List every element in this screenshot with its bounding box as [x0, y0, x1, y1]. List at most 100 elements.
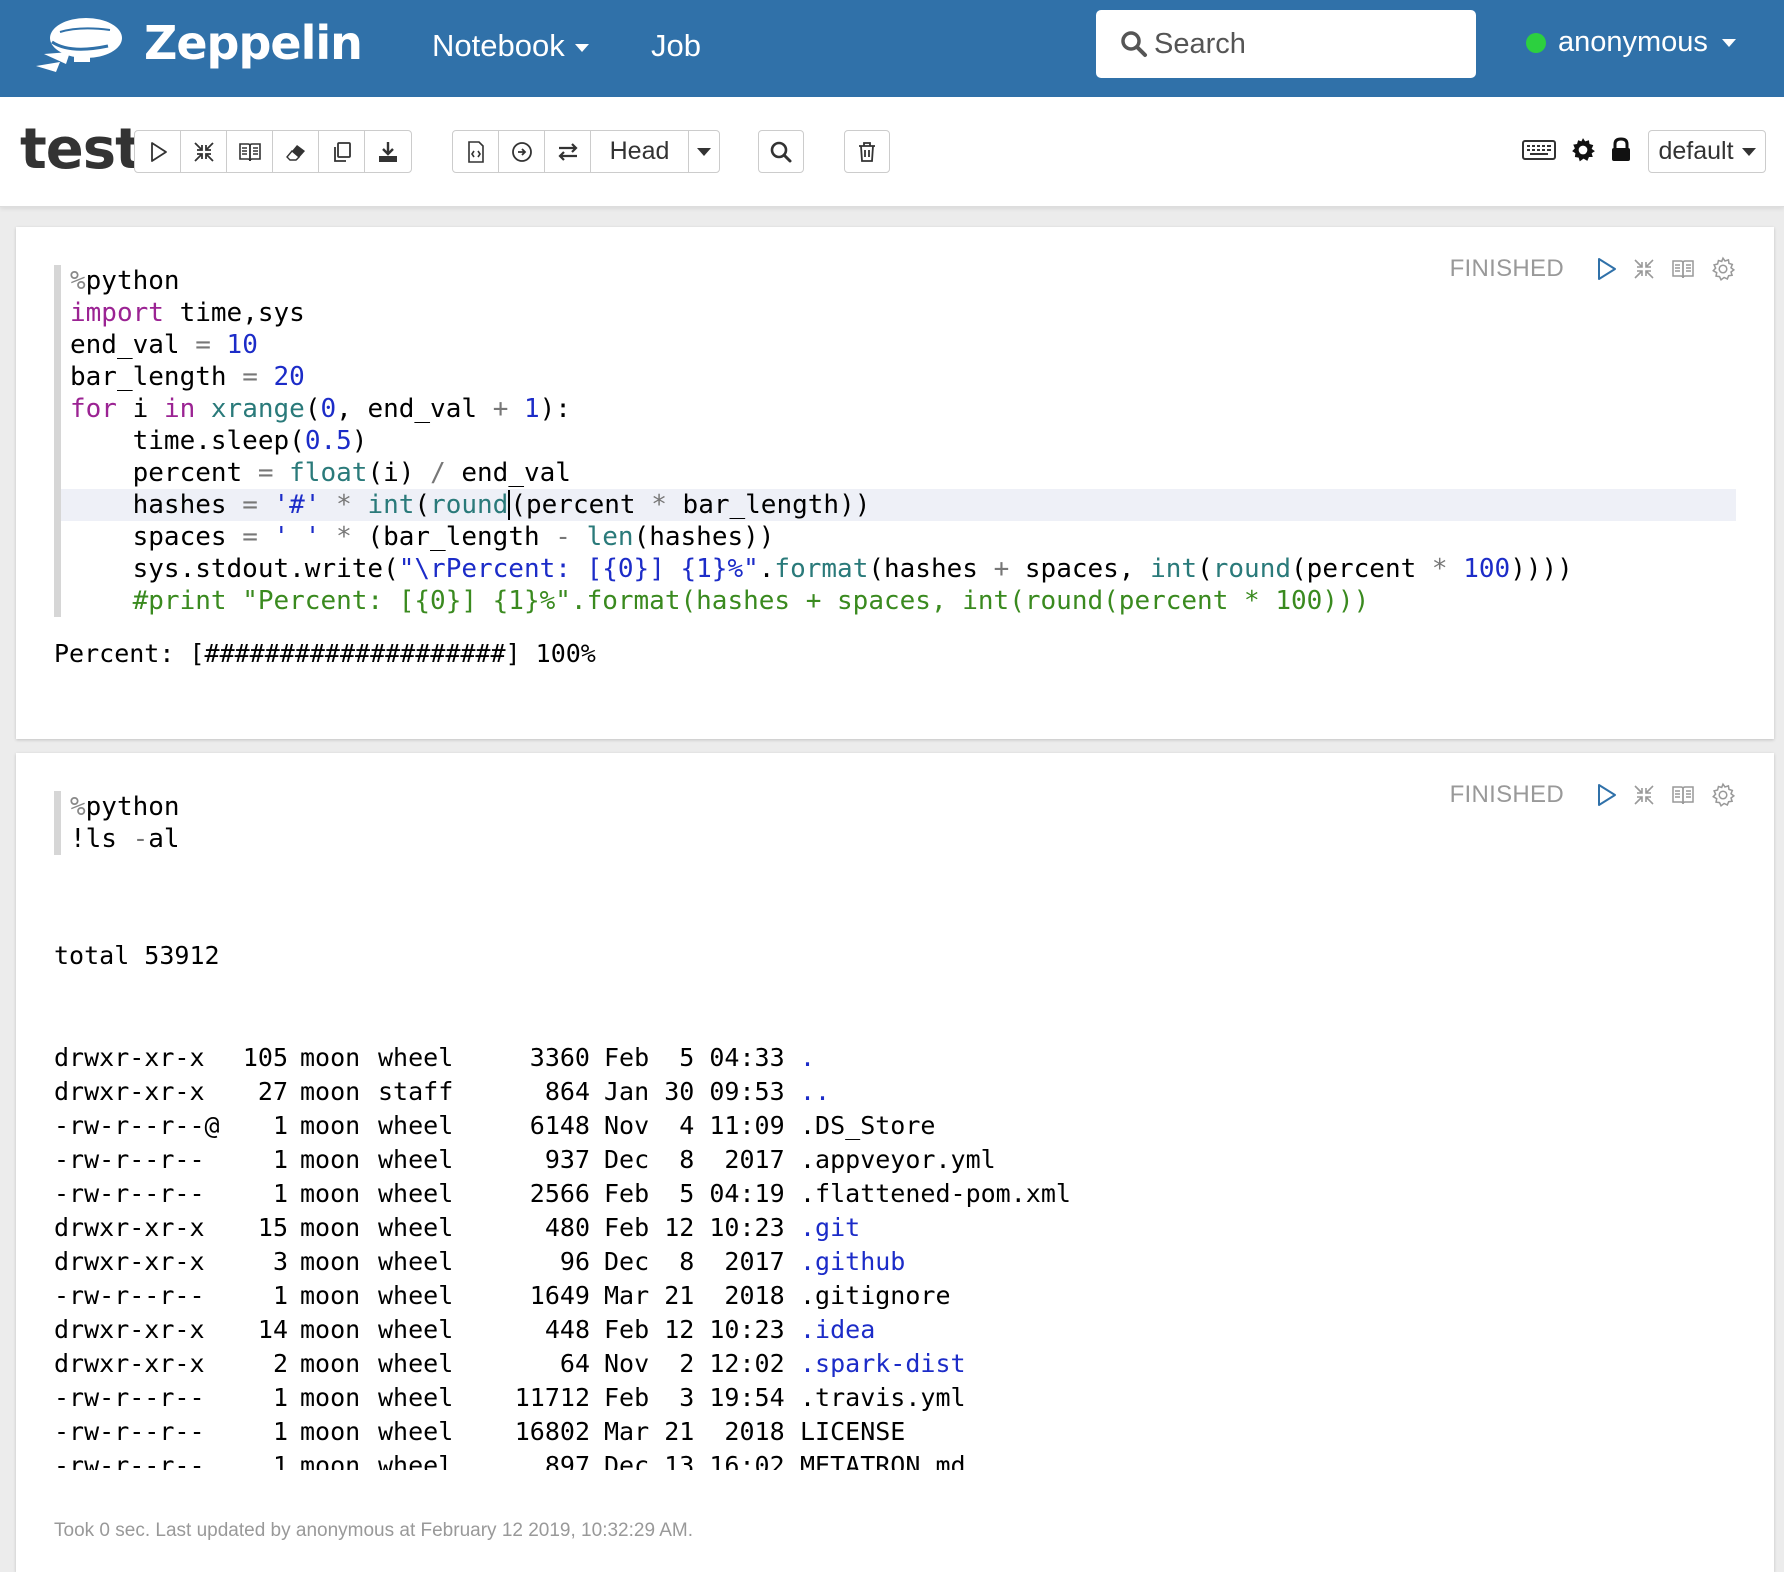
ls-perm: -rw-r--r--	[54, 1451, 205, 1470]
revision-head-button[interactable]: Head	[591, 131, 689, 172]
brand-name[interactable]: Zeppelin	[144, 16, 363, 70]
code-editor[interactable]: %python !ls -al	[54, 791, 1736, 855]
ls-row: -rw-r--r--@ 1 moon wheel 6148 Nov 4 11:09 .DS_…	[54, 1109, 1071, 1143]
user-menu[interactable]: anonymous	[1526, 26, 1736, 59]
code-line: end_val = 10	[70, 330, 258, 360]
ls-name: .spark-dist	[800, 1349, 966, 1378]
toggle-output-button[interactable]	[227, 131, 273, 172]
ls-row: drwxr-xr-x 15 moon wheel 480 Feb 12 10:23 .git	[54, 1211, 1071, 1245]
ls-name: .git	[800, 1213, 861, 1242]
ls-perm: drwxr-xr-x	[54, 1349, 205, 1378]
lock-icon	[1612, 137, 1630, 161]
code-line: import time,sys	[70, 298, 305, 328]
permissions-button[interactable]	[1610, 137, 1632, 163]
toggle-code-button[interactable]	[181, 131, 227, 172]
eraser-icon	[285, 144, 305, 161]
ls-links: 2	[272, 1349, 288, 1378]
ls-owner: moon	[300, 1179, 361, 1208]
commit-button[interactable]	[499, 131, 545, 172]
paragraph-output: total 53912 drwxr-xr-x 105 moon wheel 3360 Fe…	[54, 871, 1071, 1470]
ls-name: .appveyor.yml	[800, 1145, 996, 1174]
ls-size: 480	[544, 1213, 590, 1242]
paragraph-output: Percent: [####################] 100%	[54, 639, 596, 668]
clear-output-button[interactable]	[273, 131, 319, 172]
ls-row: -rw-r--r-- 1 moon wheel 897 Dec 13 16:02 METAT…	[54, 1449, 1071, 1470]
export-notebook-button[interactable]	[365, 131, 411, 172]
ls-date: Feb 5 04:33	[604, 1043, 785, 1072]
clone-icon	[333, 141, 351, 162]
ls-size: 864	[544, 1077, 590, 1106]
nav-job-link[interactable]: Job	[651, 28, 701, 64]
code-editor[interactable]: %python import time,sys end_val = 10 bar…	[54, 265, 1736, 617]
ls-links: 1	[272, 1417, 288, 1446]
ls-date: Feb 3 19:54	[604, 1383, 785, 1412]
paragraph-2: FINISHED %python !ls -al total 53912 drw…	[16, 753, 1774, 1572]
ls-group: wheel	[378, 1451, 454, 1470]
ls-name: LICENSE	[800, 1417, 906, 1446]
run-all-button[interactable]	[135, 131, 181, 172]
code-line: percent = float(i) / end_val	[70, 458, 571, 488]
interpreter-settings-button[interactable]	[1570, 137, 1596, 163]
ls-name: .DS_Store	[800, 1111, 936, 1140]
ls-links: 27	[257, 1077, 288, 1106]
ls-date: Mar 21 2018	[604, 1417, 785, 1446]
ls-links: 1	[272, 1145, 288, 1174]
ls-links: 3	[272, 1247, 288, 1276]
ls-row: drwxr-xr-x 3 moon wheel 96 Dec 8 2017 .github	[54, 1245, 1071, 1279]
ls-group: wheel	[378, 1315, 454, 1344]
ls-owner: moon	[300, 1077, 361, 1106]
code-line: sys.stdout.write("\rPercent: [{0}] {1}%"…	[70, 554, 1573, 584]
top-navbar: Zeppelin Notebook Job anonymous	[0, 0, 1784, 97]
ls-row: -rw-r--r-- 1 moon wheel 16802 Mar 21 2018 LICE…	[54, 1415, 1071, 1449]
ls-size: 6148	[529, 1111, 590, 1140]
code-line: %python	[70, 266, 180, 296]
ls-size: 897	[544, 1451, 590, 1470]
nav-notebook-menu[interactable]: Notebook	[432, 28, 589, 64]
notebook-title[interactable]: test	[20, 117, 142, 182]
ls-group: wheel	[378, 1111, 454, 1140]
code-line: time.sleep(0.5)	[70, 426, 368, 456]
ls-date: Mar 21 2018	[604, 1281, 785, 1310]
ls-perm: -rw-r--r--	[54, 1179, 205, 1208]
zeppelin-logo-icon	[36, 18, 122, 72]
ls-row: drwxr-xr-x 14 moon wheel 448 Feb 12 10:23 .ide…	[54, 1313, 1071, 1347]
ls-group: wheel	[378, 1349, 454, 1378]
version-control-icon	[467, 140, 484, 163]
ls-group: wheel	[378, 1383, 454, 1412]
chevron-down-icon	[1741, 147, 1756, 156]
ls-owner: moon	[300, 1213, 361, 1242]
chevron-down-icon	[697, 147, 711, 156]
search-code-button[interactable]	[758, 130, 804, 173]
ls-size: 1649	[529, 1281, 590, 1310]
ls-links: 105	[242, 1043, 288, 1072]
compare-revisions-button[interactable]	[545, 131, 591, 172]
brand[interactable]: Zeppelin	[30, 8, 363, 78]
revision-dropdown-button[interactable]	[689, 131, 719, 172]
ls-group: wheel	[378, 1213, 454, 1242]
code-line: bar_length = 20	[70, 362, 305, 392]
ls-size: 11712	[514, 1383, 590, 1412]
code-line: !ls -al	[70, 824, 180, 854]
ls-perm: drwxr-xr-x	[54, 1077, 205, 1106]
compare-icon	[557, 142, 578, 161]
search-box[interactable]	[1096, 10, 1476, 78]
ls-name: METATRON.md	[800, 1451, 966, 1470]
commit-icon	[511, 141, 532, 162]
search-input[interactable]	[1154, 27, 1454, 61]
keyboard-shortcuts-button[interactable]	[1522, 137, 1556, 161]
clone-notebook-button[interactable]	[319, 131, 365, 172]
ls-owner: moon	[300, 1111, 361, 1140]
version-control-button[interactable]	[453, 131, 499, 172]
ls-name: .	[800, 1043, 816, 1072]
ls-row: drwxr-xr-x 105 moon wheel 3360 Feb 5 04:33.	[54, 1041, 1071, 1075]
ls-size: 448	[544, 1315, 590, 1344]
ls-owner: moon	[300, 1451, 361, 1470]
ls-size: 96	[559, 1247, 590, 1276]
interpreter-binding-dropdown[interactable]: default	[1648, 130, 1766, 173]
ls-group: wheel	[378, 1417, 454, 1446]
ls-row: -rw-r--r-- 1 moon wheel 2566 Feb 5 04:19 .flat…	[54, 1177, 1071, 1211]
delete-notebook-button[interactable]	[844, 130, 890, 173]
ls-date: Dec 8 2017	[604, 1247, 785, 1276]
gear-icon	[1572, 138, 1595, 162]
ls-perm: -rw-r--r--	[54, 1417, 205, 1446]
